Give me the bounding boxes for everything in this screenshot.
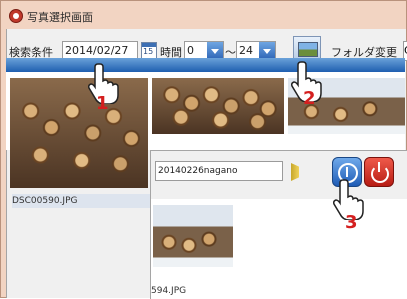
pin-icon[interactable] <box>291 163 299 181</box>
callout-number-3: 3 <box>345 212 358 233</box>
photo-thumbnail[interactable] <box>153 205 233 267</box>
title-bar: 写真選択画面 <box>1 1 406 29</box>
thumbnail-filename: 594.JPG <box>151 285 231 297</box>
thumbnail-filename: DSC00590.JPG <box>12 194 150 208</box>
callout-number-2: 2 <box>303 88 316 109</box>
callout-number-1: 1 <box>96 93 109 114</box>
photo-thumbnail[interactable] <box>152 78 284 134</box>
time-from-value: 0 <box>187 44 194 57</box>
calendar-day-label: 15 <box>143 47 154 56</box>
thumbnail-strip <box>6 72 405 188</box>
calendar-icon[interactable]: 15 <box>141 42 157 59</box>
dialog-thumbnail-area: 594.JPG <box>151 199 407 299</box>
thumbnail-header-bar <box>6 58 405 72</box>
photo-thumbnail[interactable] <box>10 78 148 188</box>
photo-select-window: 写真選択画面 検索条件 2014/02/27 15 時間 0 〜 24 フォルダ… <box>0 0 407 299</box>
power-icon[interactable] <box>364 157 394 187</box>
folder-name-input[interactable]: 20140226nagano <box>155 161 283 181</box>
window-title: 写真選択画面 <box>27 11 93 24</box>
app-icon <box>9 9 23 23</box>
time-to-value: 24 <box>239 44 253 57</box>
folder-select-dialog: 20140226nagano 594.JPG <box>150 150 407 299</box>
